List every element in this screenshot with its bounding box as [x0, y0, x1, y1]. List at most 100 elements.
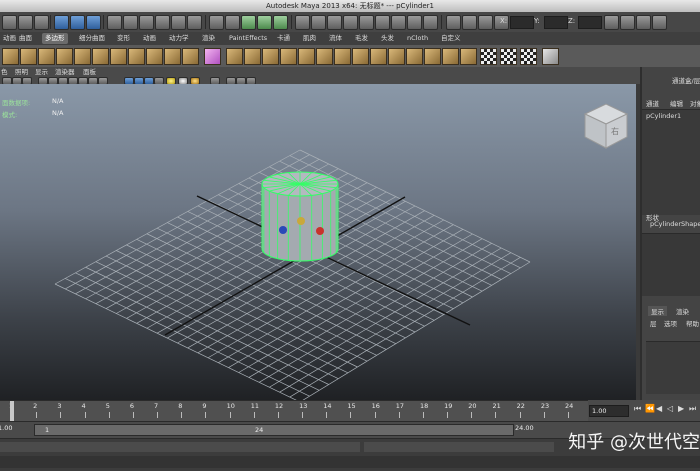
input-line-icon[interactable] [295, 15, 310, 30]
layer-toggle-icon[interactable] [652, 15, 667, 30]
current-frame-field[interactable]: 1.00 [589, 405, 629, 417]
snap-surface-icon[interactable] [187, 15, 202, 30]
new-scene-icon[interactable] [2, 15, 17, 30]
go-to-end-icon[interactable]: ⏭ [689, 404, 696, 414]
range-end-value[interactable]: 24.00 [515, 424, 534, 432]
bridge-icon[interactable] [316, 48, 333, 65]
layer-menu-1[interactable]: 选项 [664, 318, 677, 328]
uv-cylindrical-icon[interactable] [520, 48, 537, 65]
construction-history-icon[interactable] [225, 15, 240, 30]
snap-curve-icon[interactable] [139, 15, 154, 30]
edit-tab[interactable]: 编辑 [670, 98, 683, 108]
perspective-viewport[interactable]: 面数据项: N/A 模式: N/A 右 [0, 84, 636, 400]
mel-command-field[interactable] [0, 442, 360, 452]
pivot-blue-handle[interactable] [279, 226, 287, 234]
extract-icon[interactable] [262, 48, 279, 65]
display-layer-tab[interactable]: 显示 [648, 306, 667, 316]
poly-cone-icon[interactable] [56, 48, 73, 65]
y-field[interactable] [544, 16, 568, 29]
poly-prism-icon[interactable] [110, 48, 127, 65]
select-by-hierarchy-icon[interactable] [54, 15, 69, 30]
shelf-tab-13[interactable]: 头发 [378, 33, 397, 44]
object-name[interactable]: pCylinder1 [646, 112, 681, 120]
merge-icon[interactable] [442, 48, 459, 65]
hypershade-icon[interactable] [423, 15, 438, 30]
shelf-tab-5[interactable]: 动画 [140, 33, 159, 44]
poly-pipe-icon[interactable] [146, 48, 163, 65]
transform-mode-icon[interactable] [446, 15, 461, 30]
insert-edge-loop-icon[interactable] [388, 48, 405, 65]
uv-editor-icon[interactable] [542, 48, 559, 65]
layer-menu-0[interactable]: 层 [650, 318, 657, 328]
render-settings-icon[interactable] [273, 15, 288, 30]
poly-platonic-icon[interactable] [204, 48, 221, 65]
shelf-tab-14[interactable]: nCloth [404, 33, 431, 44]
tool-box-toggle-icon[interactable] [620, 15, 635, 30]
smooth-icon[interactable] [280, 48, 297, 65]
shelf-tab-3[interactable]: 细分曲面 [76, 33, 108, 44]
poly-cylinder-icon[interactable] [38, 48, 55, 65]
layer-menu-2[interactable]: 帮助 [686, 318, 699, 328]
combine-icon[interactable] [226, 48, 243, 65]
render-frame-icon[interactable] [241, 15, 256, 30]
shelf-tab-15[interactable]: 自定义 [438, 33, 464, 44]
play-forward-icon[interactable]: ▶ [678, 404, 684, 413]
render-layer-tab[interactable]: 渲染 [676, 306, 689, 316]
z-field[interactable] [578, 16, 602, 29]
poly-pyramid-icon[interactable] [128, 48, 145, 65]
snap-plane-icon[interactable] [171, 15, 186, 30]
channel-tab[interactable]: 通道 [646, 98, 659, 108]
attribute-toggle-icon[interactable] [636, 15, 651, 30]
pivot-red-handle[interactable] [316, 227, 324, 235]
append-icon[interactable] [334, 48, 351, 65]
shelf-tab-10[interactable]: 肌肉 [300, 33, 319, 44]
pick-mask-icon[interactable] [107, 15, 122, 30]
relative-mode-icon[interactable] [462, 15, 477, 30]
poly-sphere-icon[interactable] [2, 48, 19, 65]
attribute-editor-icon[interactable] [327, 15, 342, 30]
snap-grid-icon[interactable] [123, 15, 138, 30]
x-field[interactable] [510, 16, 534, 29]
shelf-tab-8[interactable]: PaintEffects [226, 33, 270, 44]
graph-editor-icon[interactable] [407, 15, 422, 30]
view-cube[interactable]: 右 [583, 103, 629, 149]
go-to-start-icon[interactable]: ⏮ [634, 404, 641, 414]
range-slider-bar[interactable]: 1 24 [34, 424, 514, 436]
shape-name[interactable]: pCylinderShape1 [650, 220, 700, 228]
step-back-frame-icon[interactable]: ◀ [656, 404, 662, 413]
step-back-key-icon[interactable]: ⏪ [645, 404, 655, 413]
outliner-icon[interactable] [391, 15, 406, 30]
open-scene-icon[interactable] [18, 15, 33, 30]
shelf-tab-11[interactable]: 流体 [326, 33, 345, 44]
layer-editor-icon[interactable] [375, 15, 390, 30]
poly-torus-icon[interactable] [92, 48, 109, 65]
select-by-component-icon[interactable] [86, 15, 101, 30]
tool-settings-icon[interactable] [343, 15, 358, 30]
pivot-yellow-handle[interactable] [297, 217, 305, 225]
current-time-marker[interactable] [10, 401, 14, 421]
history-icon[interactable] [209, 15, 224, 30]
object-tab[interactable]: 对象 [690, 98, 700, 108]
shelf-tab-12[interactable]: 毛发 [352, 33, 371, 44]
poly-soccer-icon[interactable] [182, 48, 199, 65]
fill-hole-icon[interactable] [352, 48, 369, 65]
uv-checker-icon[interactable] [480, 48, 497, 65]
object-mode-icon[interactable] [478, 15, 493, 30]
channel-box-toggle-icon[interactable] [604, 15, 619, 30]
bevel-icon[interactable] [424, 48, 441, 65]
shelf-tab-7[interactable]: 渲染 [199, 33, 218, 44]
camera-icon[interactable] [311, 15, 326, 30]
play-backward-icon[interactable]: ◁ [667, 404, 673, 413]
shelf-tab-1[interactable]: 曲面 [16, 33, 35, 44]
separate-icon[interactable] [244, 48, 261, 65]
poly-plane-icon[interactable] [74, 48, 91, 65]
ipr-render-icon[interactable] [257, 15, 272, 30]
channel-box-icon[interactable] [359, 15, 374, 30]
save-scene-icon[interactable] [34, 15, 49, 30]
triangulate-icon[interactable] [460, 48, 477, 65]
shelf-tab-4[interactable]: 变形 [114, 33, 133, 44]
poly-helix-icon[interactable] [164, 48, 181, 65]
offset-edge-loop-icon[interactable] [406, 48, 423, 65]
shelf-tab-9[interactable]: 卡通 [274, 33, 293, 44]
uv-planar-icon[interactable] [500, 48, 517, 65]
